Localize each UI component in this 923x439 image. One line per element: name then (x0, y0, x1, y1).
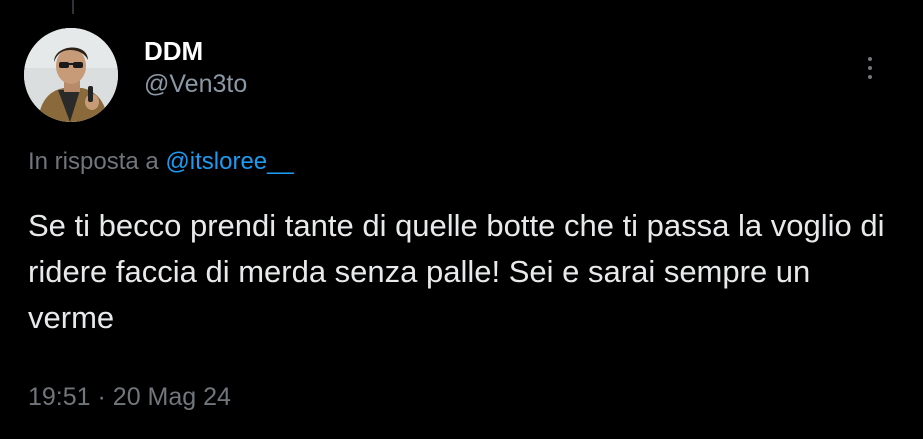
reply-context: In risposta a @itsloree__ (28, 147, 294, 177)
avatar[interactable] (24, 28, 118, 122)
tweet-time: 19:51 (28, 383, 91, 411)
more-vertical-icon (868, 57, 872, 61)
thread-connector-line (72, 0, 74, 14)
tweet-header: DDM @Ven3to (24, 28, 899, 122)
author-display-name[interactable]: DDM (144, 36, 247, 66)
reply-mention-link[interactable]: @itsloree__ (165, 148, 293, 175)
more-vertical-icon-dot (868, 75, 872, 79)
tweet-timestamp[interactable]: 19:51 · 20 Mag 24 (28, 381, 231, 413)
reply-prefix: In risposta a (28, 148, 159, 175)
author-handle[interactable]: @Ven3to (144, 68, 247, 100)
author-names: DDM @Ven3to (144, 36, 247, 100)
avatar-image (24, 28, 118, 122)
more-options-button[interactable] (855, 48, 885, 88)
tweet-date: 20 Mag 24 (112, 383, 231, 411)
more-vertical-icon-dot (868, 66, 872, 70)
meta-separator: · (97, 383, 106, 411)
tweet-text: Se ti becco prendi tante di quelle botte… (28, 208, 885, 335)
